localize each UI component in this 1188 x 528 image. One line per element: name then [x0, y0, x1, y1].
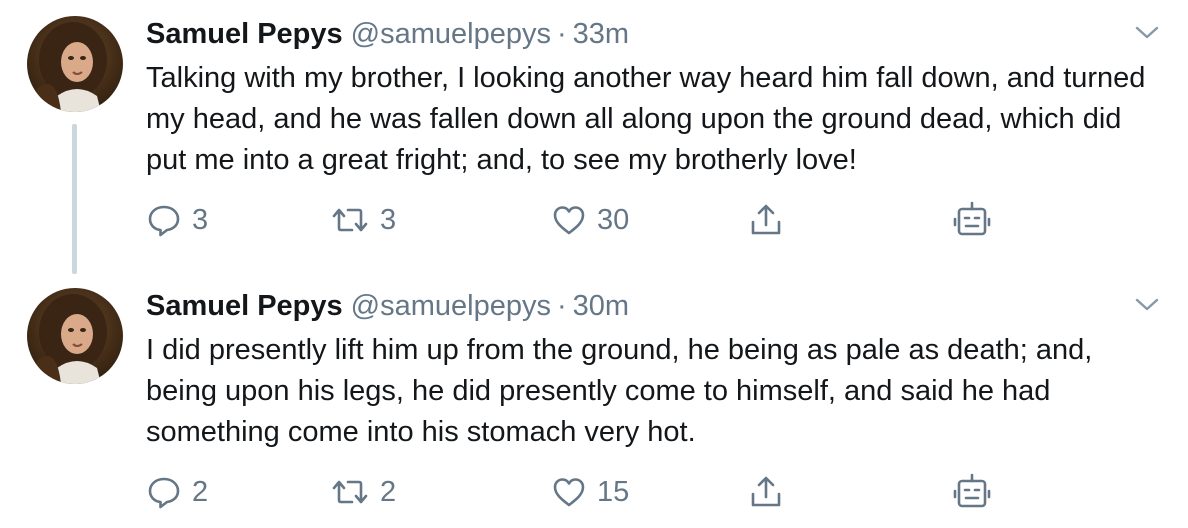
portrait-avatar-icon — [27, 16, 123, 112]
tweet[interactable]: Samuel Pepys @samuelpepys · 33m Talking wit… — [0, 0, 1188, 274]
bot-icon — [953, 201, 991, 236]
thread-line — [72, 124, 77, 274]
bot-icon — [953, 473, 991, 508]
reply-count: 2 — [192, 475, 209, 508]
like-icon — [553, 206, 585, 235]
tweet-header: Samuel Pepys @samuelpepys · 30m — [146, 286, 629, 326]
reply-button[interactable]: 3 — [146, 198, 208, 242]
chevron-down-icon[interactable] — [1132, 292, 1162, 316]
retweet-count: 2 — [380, 475, 397, 508]
portrait-avatar-icon — [27, 288, 123, 384]
like-button[interactable]: 15 — [551, 470, 629, 514]
author-name[interactable]: Samuel Pepys — [146, 290, 343, 322]
retweet-button[interactable]: 2 — [330, 470, 396, 514]
author-name[interactable]: Samuel Pepys — [146, 18, 343, 50]
like-count: 30 — [597, 203, 630, 236]
avatar[interactable] — [27, 16, 123, 112]
separator: · — [556, 18, 567, 50]
share-button[interactable] — [748, 470, 784, 514]
reply-count: 3 — [192, 203, 209, 236]
reply-button[interactable]: 2 — [146, 470, 208, 514]
author-handle[interactable]: @samuelpepys — [351, 18, 551, 50]
tweet-text: Talking with my brother, I looking anoth… — [146, 62, 1146, 176]
tweet-actions: 3 3 30 — [146, 198, 1046, 242]
retweet-button[interactable]: 3 — [330, 198, 396, 242]
tweet-header: Samuel Pepys @samuelpepys · 33m — [146, 14, 629, 54]
reply-icon — [148, 477, 180, 509]
retweet-count: 3 — [380, 203, 397, 236]
like-count: 15 — [597, 475, 630, 508]
bot-button[interactable] — [952, 470, 992, 514]
tweet[interactable]: Samuel Pepys @samuelpepys · 30m I did prese… — [0, 272, 1188, 528]
like-icon — [553, 478, 585, 507]
reply-icon — [148, 205, 180, 237]
share-button[interactable] — [748, 198, 784, 242]
timestamp[interactable]: 33m — [573, 18, 629, 50]
retweet-icon — [332, 480, 368, 504]
separator: · — [556, 290, 567, 322]
share-icon — [751, 476, 781, 507]
retweet-icon — [332, 208, 368, 232]
timestamp[interactable]: 30m — [573, 290, 629, 322]
tweet-actions: 2 2 15 — [146, 470, 1046, 514]
share-icon — [751, 204, 781, 235]
timeline: Samuel Pepys @samuelpepys · 33m Talking wit… — [0, 0, 1188, 528]
author-handle[interactable]: @samuelpepys — [351, 290, 551, 322]
bot-button[interactable] — [952, 198, 992, 242]
like-button[interactable]: 30 — [551, 198, 629, 242]
tweet-text: I did presently lift him up from the gro… — [146, 334, 1093, 448]
chevron-down-icon[interactable] — [1132, 20, 1162, 44]
avatar[interactable] — [27, 288, 123, 384]
